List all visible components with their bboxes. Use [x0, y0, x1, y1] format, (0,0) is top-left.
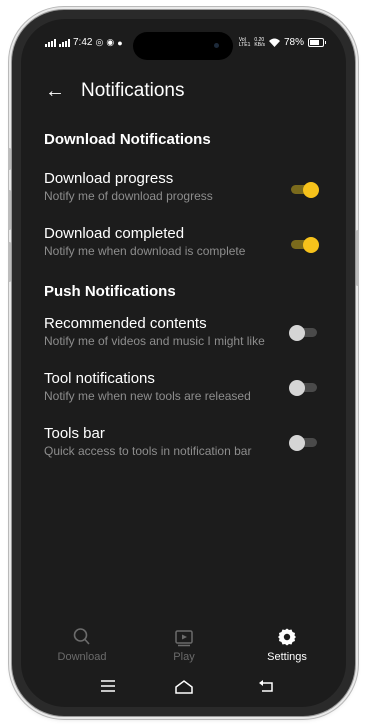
status-left: 7:42 ◎ ◉ ●: [45, 37, 123, 48]
signal-icon: [45, 38, 56, 47]
bottom-nav: Download Play Settings: [21, 627, 346, 673]
side-button-power: [356, 230, 359, 286]
system-nav: [21, 679, 346, 699]
data-speed: 0.20 KB/s: [254, 36, 265, 48]
back-icon[interactable]: [258, 679, 274, 693]
nav-label: Download: [57, 651, 107, 663]
app-bar: ← Notifications: [21, 77, 346, 107]
toggle-recommended-contents[interactable]: [289, 325, 317, 341]
play-library-icon: [175, 630, 193, 647]
setting-download-completed[interactable]: Download completed Notify me when downlo…: [44, 225, 329, 259]
arrow-left-icon[interactable]: ←: [45, 79, 65, 103]
facebook-icon: ◉: [106, 37, 115, 47]
phone-frame: 7:42 ◎ ◉ ● Vo) LTE1 0.20 KB/s 78% ← Notifi…: [12, 10, 355, 716]
setting-subtitle: Notify me when download is complete: [44, 244, 246, 258]
page-title: Notifications: [81, 80, 185, 101]
wifi-icon: [268, 38, 280, 47]
setting-title: Tools bar: [44, 425, 105, 442]
section-download-title: Download Notifications: [44, 131, 211, 148]
status-right: Vo) LTE1 0.20 KB/s 78%: [238, 36, 326, 48]
setting-tools-bar[interactable]: Tools bar Quick access to tools in notif…: [44, 425, 329, 459]
status-bar: 7:42 ◎ ◉ ● Vo) LTE1 0.20 KB/s 78%: [21, 37, 346, 53]
toggle-download-completed[interactable]: [291, 237, 319, 253]
nav-label: Play: [173, 651, 195, 663]
network-speed-label: Vo) LTE1: [238, 36, 251, 48]
battery-icon: [308, 38, 326, 47]
nav-download[interactable]: Download: [42, 627, 122, 663]
setting-subtitle: Notify me of videos and music I might li…: [44, 334, 265, 348]
nav-play[interactable]: Play: [144, 627, 224, 663]
side-button-volume-up: [8, 190, 11, 230]
setting-download-progress[interactable]: Download progress Notify me of download …: [44, 170, 329, 204]
toggle-tool-notifications[interactable]: [289, 380, 317, 396]
setting-subtitle: Quick access to tools in notification ba…: [44, 444, 252, 458]
menu-icon[interactable]: [100, 679, 116, 693]
setting-title: Recommended contents: [44, 315, 207, 332]
side-button-volume-down: [8, 242, 11, 282]
battery-percent: 78%: [283, 37, 304, 48]
home-icon[interactable]: [174, 679, 194, 695]
screen: 7:42 ◎ ◉ ● Vo) LTE1 0.20 KB/s 78% ← Notifi…: [21, 19, 346, 707]
toggle-download-progress[interactable]: [291, 182, 319, 198]
app-notification-icon: ●: [117, 37, 123, 48]
side-button-action: [8, 148, 11, 170]
setting-subtitle: Notify me when new tools are released: [44, 389, 251, 403]
nav-settings[interactable]: Settings: [247, 627, 327, 663]
status-time: 7:42: [73, 37, 93, 48]
whatsapp-icon: ◎: [95, 37, 104, 47]
setting-tool-notifications[interactable]: Tool notifications Notify me when new to…: [44, 370, 329, 404]
gear-icon: [278, 628, 296, 646]
setting-title: Tool notifications: [44, 370, 155, 387]
setting-title: Download progress: [44, 170, 174, 187]
nav-label: Settings: [267, 651, 307, 663]
search-icon: [73, 628, 90, 645]
setting-title: Download completed: [44, 225, 185, 242]
setting-subtitle: Notify me of download progress: [44, 189, 213, 203]
setting-recommended-contents[interactable]: Recommended contents Notify me of videos…: [44, 315, 329, 349]
signal-icon-2: [59, 38, 70, 47]
section-push-title: Push Notifications: [44, 283, 176, 300]
toggle-tools-bar[interactable]: [289, 435, 317, 451]
